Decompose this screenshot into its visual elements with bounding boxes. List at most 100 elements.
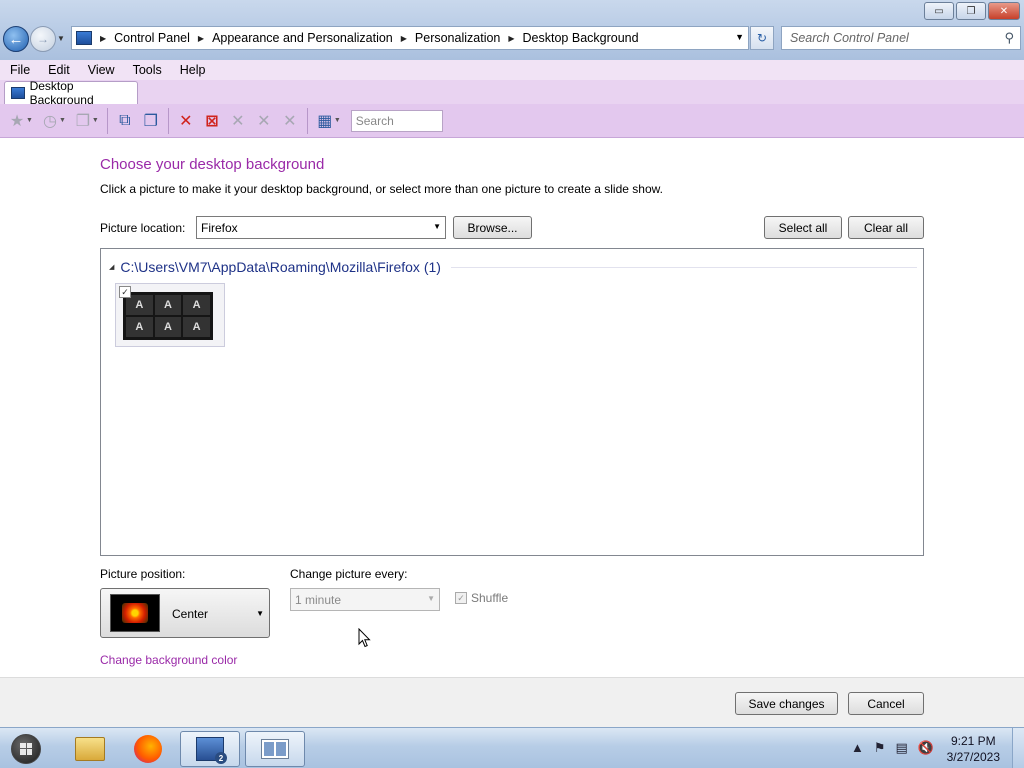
tab-label: Desktop Background: [29, 79, 94, 107]
picture-position-dropdown[interactable]: Center ▼: [100, 588, 270, 638]
thumbnail-tile: A: [183, 295, 210, 315]
window-count-badge: 2: [215, 752, 227, 764]
folder-icon: [75, 737, 105, 761]
breadcrumb-personalization[interactable]: Personalization: [415, 31, 500, 45]
restore-button[interactable]: ❐: [956, 2, 986, 20]
cancel-button[interactable]: Cancel: [848, 692, 924, 715]
close-tab-icon[interactable]: ✕: [173, 109, 199, 133]
close-other-tabs-icon[interactable]: ⊠: [199, 109, 225, 133]
select-all-button[interactable]: Select all: [764, 216, 842, 239]
save-changes-button[interactable]: Save changes: [735, 692, 838, 715]
new-tab-icon[interactable]: ⧉: [112, 109, 138, 133]
back-arrow-icon: ←: [8, 30, 24, 48]
address-bar[interactable]: ▶ Control Panel ▶ Appearance and Persona…: [71, 26, 749, 50]
picture-location-label: Picture location:: [100, 221, 186, 235]
change-background-color-link[interactable]: Change background color: [100, 653, 237, 667]
group-divider: [450, 266, 917, 268]
change-interval-select[interactable]: 1 minute ▼: [290, 588, 440, 611]
change-picture-label: Change picture every:: [290, 567, 408, 581]
thumbnail-tile: A: [154, 317, 182, 337]
collapse-triangle-icon[interactable]: ◢: [109, 263, 114, 271]
taskbar-firefox[interactable]: [118, 731, 178, 767]
menu-edit[interactable]: Edit: [48, 63, 70, 77]
menu-file[interactable]: File: [10, 63, 30, 77]
clock-time: 9:21 PM: [950, 734, 996, 748]
taskbar-switch-windows[interactable]: [245, 731, 305, 767]
view-options-icon[interactable]: ▦: [312, 109, 338, 133]
picture-group-header[interactable]: ◢ C:\Users\VM7\AppData\Roaming\Mozilla\F…: [109, 259, 917, 275]
system-tray: ▲ ⚑ ▤ 🔇: [851, 740, 934, 756]
picture-location-value: Firefox: [201, 220, 238, 235]
breadcrumb-desktop-background[interactable]: Desktop Background: [523, 31, 639, 45]
volume-muted-icon[interactable]: 🔇: [918, 740, 934, 756]
history-clock-icon[interactable]: ◷: [37, 109, 63, 133]
page-title: Choose your desktop background: [100, 156, 325, 173]
breadcrumb-appearance[interactable]: Appearance and Personalization: [212, 31, 393, 45]
control-panel-icon: 2: [196, 737, 227, 764]
taskbar: 2 ▲ ⚑ ▤ 🔇 9:21 PM 3/27/2023: [0, 727, 1024, 768]
forward-arrow-icon: →: [37, 32, 49, 46]
duplicate-tab-icon[interactable]: ❐: [138, 109, 164, 133]
picture-list[interactable]: ◢ C:\Users\VM7\AppData\Roaming\Mozilla\F…: [100, 248, 924, 556]
chevron-down-icon: ▼: [433, 222, 441, 231]
menu-help[interactable]: Help: [180, 63, 206, 77]
toolbar-search-input[interactable]: Search: [350, 109, 443, 132]
breadcrumb-control-panel[interactable]: Control Panel: [114, 31, 190, 45]
action-center-flag-icon[interactable]: ⚑: [874, 740, 886, 756]
menu-bar: File Edit View Tools Help: [0, 60, 1024, 80]
taskbar-control-panel[interactable]: 2: [180, 731, 240, 767]
thumbnail-tile: A: [183, 317, 210, 337]
picture-position-value: Center: [172, 607, 209, 621]
back-button[interactable]: ←: [3, 26, 29, 52]
search-control-panel-input[interactable]: Search Control Panel ⚲: [781, 26, 1021, 50]
shuffle-label: Shuffle: [471, 591, 509, 605]
close-all-tabs-icon[interactable]: ✕: [225, 109, 251, 133]
chevron-down-icon: ▼: [256, 609, 264, 618]
control-panel-icon: [11, 87, 25, 99]
favorites-star-icon[interactable]: ★: [4, 109, 30, 133]
checkbox-box[interactable]: ✓: [455, 592, 467, 604]
network-icon[interactable]: ▤: [896, 740, 908, 756]
picture-thumbnail[interactable]: A A A A A A ✓: [115, 283, 225, 347]
change-interval-value: 1 minute: [295, 592, 342, 607]
menu-view[interactable]: View: [88, 63, 115, 77]
show-desktop-button[interactable]: [1012, 728, 1024, 768]
close-left-tabs-icon[interactable]: ✕: [251, 109, 277, 133]
recent-pages-dropdown[interactable]: ▼: [57, 34, 65, 43]
clear-all-button[interactable]: Clear all: [848, 216, 924, 239]
menu-tools[interactable]: Tools: [133, 63, 162, 77]
minimize-button[interactable]: ▭: [924, 2, 954, 20]
position-preview-image: [110, 594, 160, 632]
thumbnail-checkbox[interactable]: ✓: [119, 286, 131, 298]
start-button[interactable]: [4, 732, 48, 765]
picture-group-path: C:\Users\VM7\AppData\Roaming\Mozilla\Fir…: [120, 259, 441, 275]
shuffle-checkbox[interactable]: ✓ Shuffle: [455, 591, 508, 605]
address-dropdown-icon[interactable]: ▼: [735, 32, 744, 42]
switch-windows-icon: [261, 739, 289, 759]
close-right-tabs-icon[interactable]: ✕: [277, 109, 303, 133]
forward-button[interactable]: →: [30, 26, 56, 52]
chevron-right-icon[interactable]: ▶: [100, 34, 106, 43]
clock-date: 3/27/2023: [946, 750, 1000, 764]
thumbnail-tile: A: [126, 295, 153, 315]
search-placeholder: Search Control Panel: [790, 31, 909, 45]
folders-icon[interactable]: ❐: [70, 109, 96, 133]
picture-position-label: Picture position:: [100, 567, 186, 581]
refresh-icon: ↻: [756, 31, 768, 45]
taskbar-explorer[interactable]: [60, 731, 120, 767]
close-button[interactable]: ✕: [988, 2, 1020, 20]
browse-button[interactable]: Browse...: [453, 216, 532, 239]
refresh-button[interactable]: ↻: [750, 26, 774, 50]
firefox-icon: [134, 735, 162, 763]
chevron-right-icon[interactable]: ▶: [401, 34, 407, 43]
chevron-right-icon[interactable]: ▶: [198, 34, 204, 43]
tab-desktop-background[interactable]: Desktop Background: [4, 79, 138, 107]
chevron-right-icon[interactable]: ▶: [508, 34, 514, 43]
thumbnail-tile: A: [126, 317, 153, 337]
show-hidden-icons-icon[interactable]: ▲: [851, 740, 864, 756]
control-panel-icon: [76, 31, 92, 45]
taskbar-clock[interactable]: 9:21 PM 3/27/2023: [947, 733, 1000, 765]
search-icon[interactable]: ⚲: [1004, 30, 1014, 46]
window-controls: ▭ ❐ ✕: [924, 2, 1020, 20]
picture-location-select[interactable]: Firefox ▼: [196, 216, 446, 239]
